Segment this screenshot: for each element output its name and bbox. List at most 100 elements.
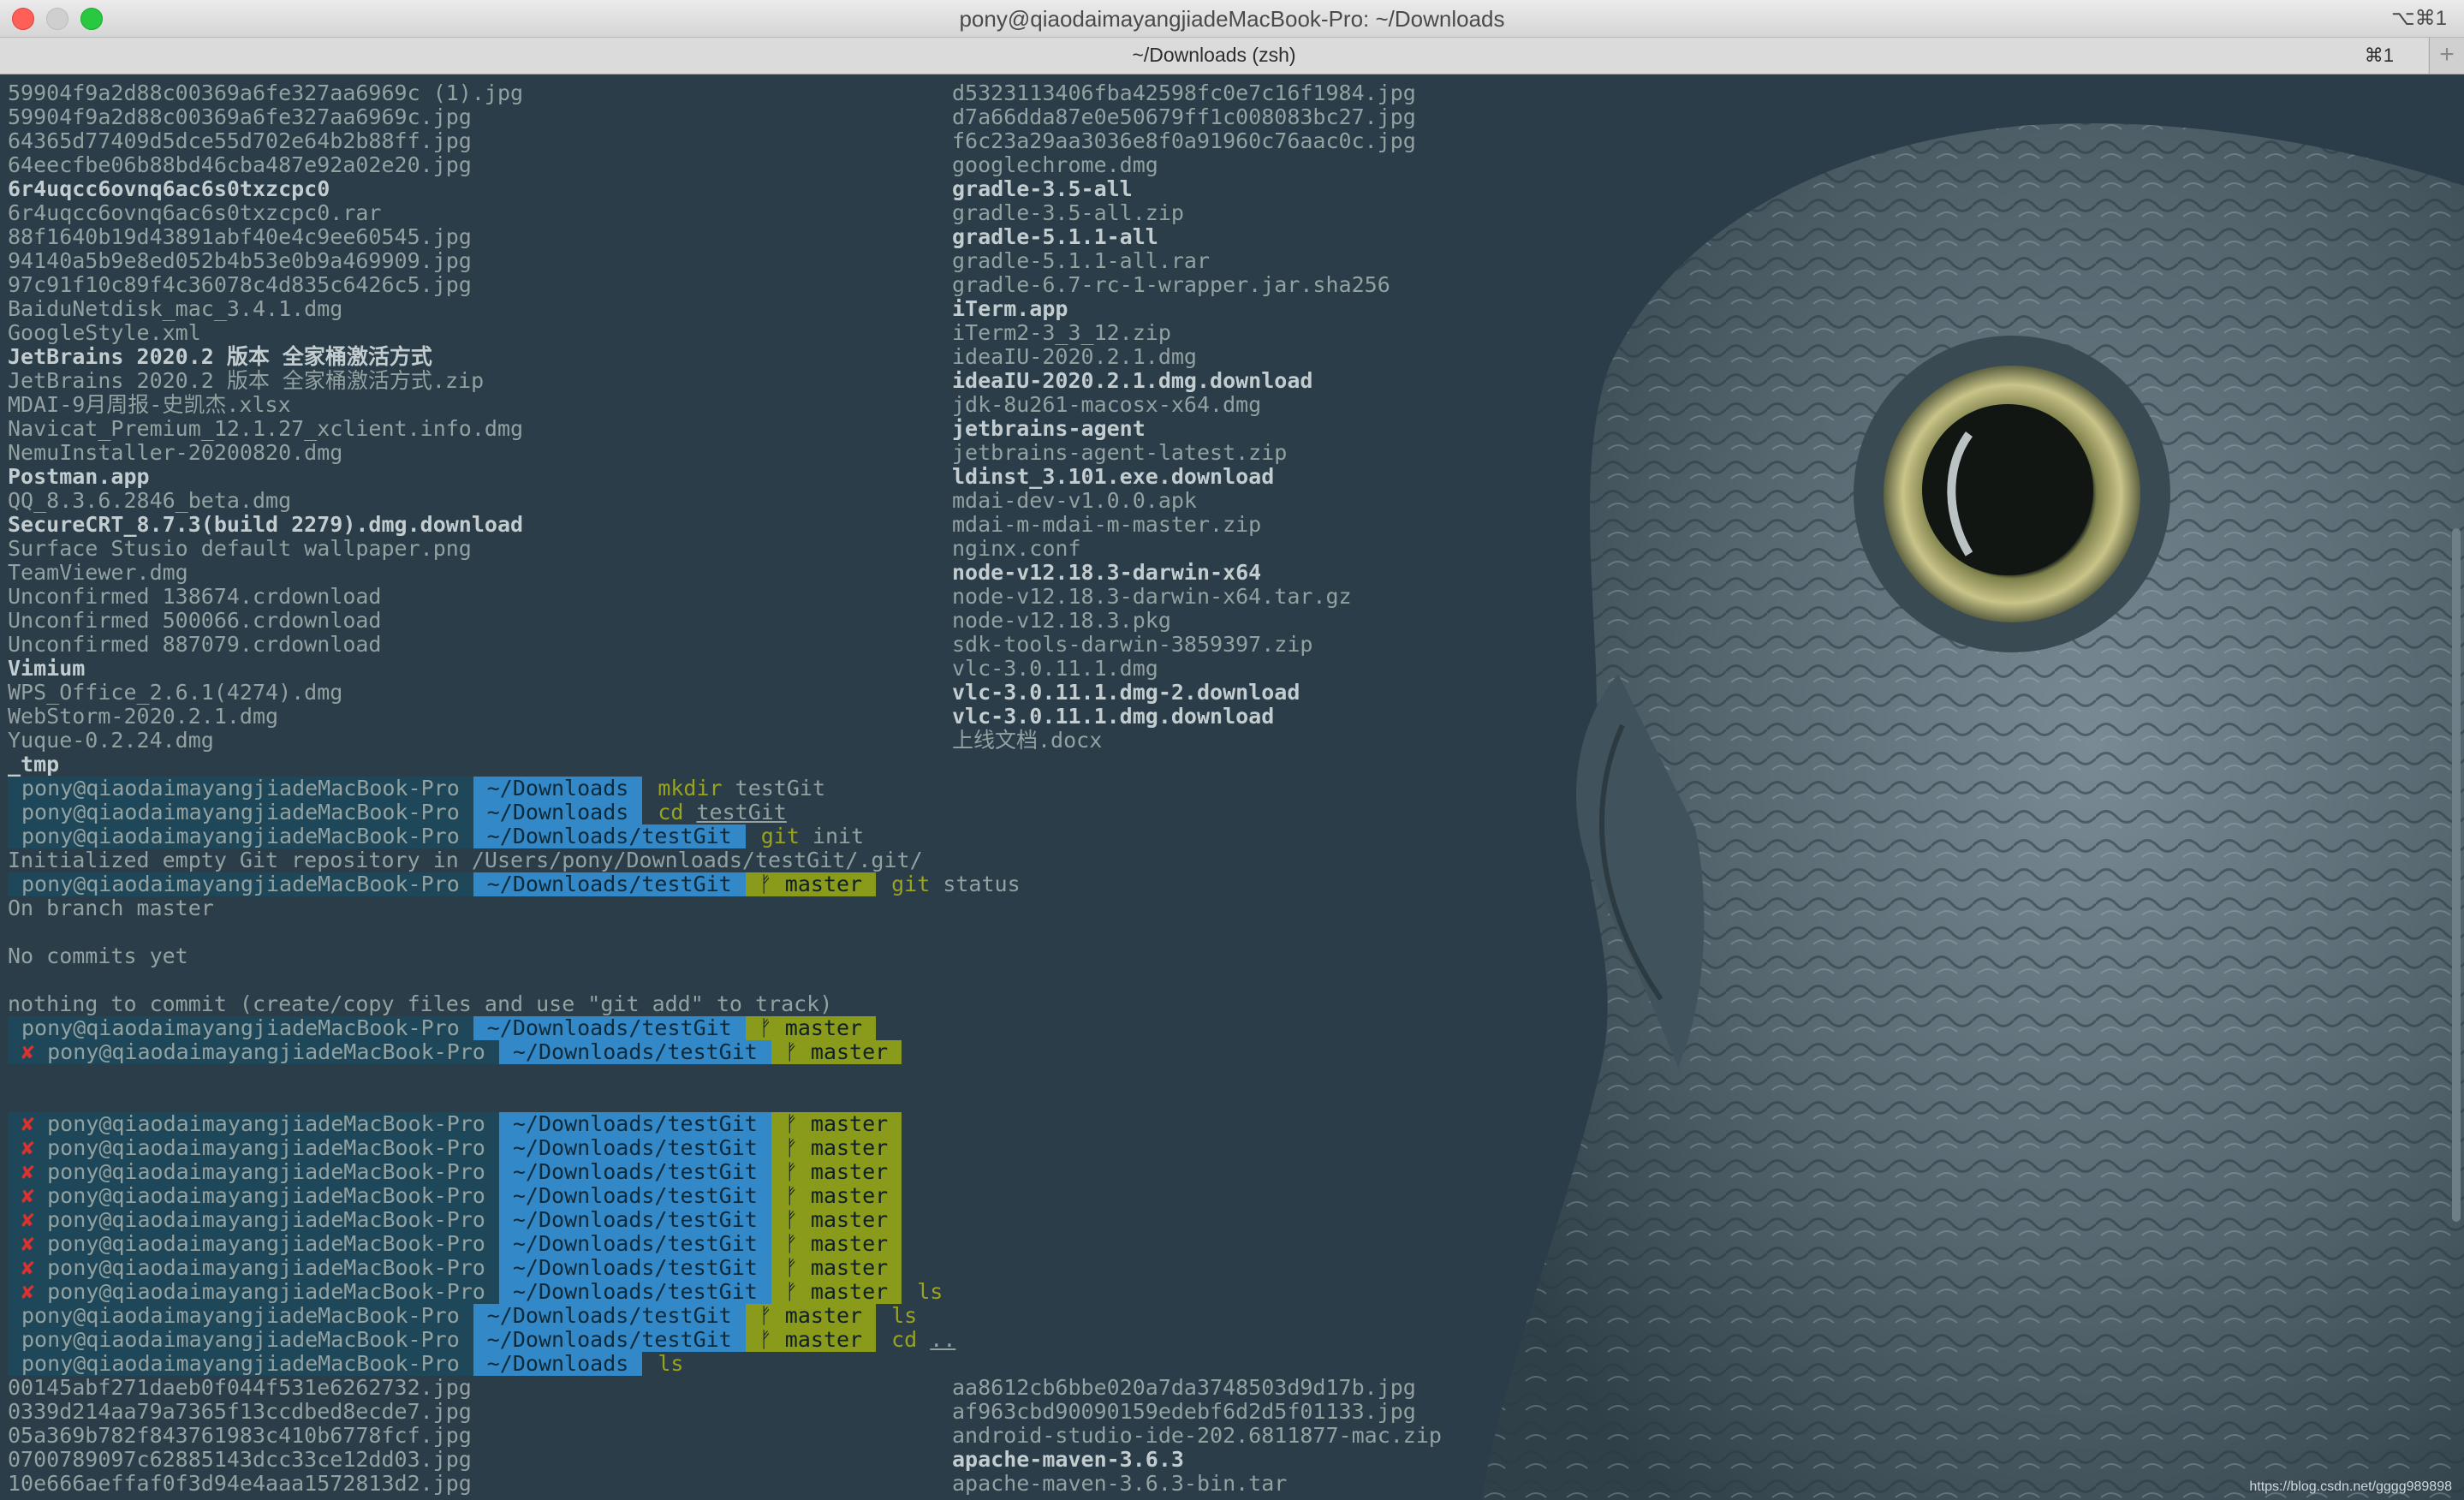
terminal-line: WebStorm-2020.2.1.dmg vlc-3.0.11.1.dmg.do…	[8, 705, 1600, 729]
file-entry: iTerm2-3_3_12.zip	[952, 320, 1171, 345]
file-entry: node-v12.18.3-darwin-x64	[952, 560, 1262, 585]
file-entry: 94140a5b9e8ed052b4b53e0b9a469909.jpg	[8, 248, 472, 273]
branch-name: master	[810, 1159, 889, 1184]
command-name: git	[891, 872, 931, 896]
typed-command: mkdir testGit	[642, 777, 825, 801]
terminal-line: JetBrains 2020.2 版本 全家桶激活方式 ideaIU-2020.2…	[8, 345, 1600, 369]
file-entry: NemuInstaller-20200820.dmg	[8, 440, 343, 465]
git-branch-icon: ᚠ	[784, 1135, 811, 1160]
error-status-icon: ✘	[21, 1111, 48, 1136]
terminal-line: 00145abf271daeb0f044f531e6262732.jpg aa86…	[8, 1376, 1600, 1400]
prompt-directory: ~/Downloads/testGit	[498, 1112, 771, 1136]
tab-downloads-zsh[interactable]: ~/Downloads (zsh) ⌘1	[0, 38, 2428, 74]
file-entry: Navicat_Premium_12.1.27_xclient.info.dmg	[8, 416, 524, 441]
new-tab-button[interactable]: +	[2429, 38, 2464, 74]
tab-title: ~/Downloads (zsh)	[1132, 44, 1296, 66]
prompt-git-branch: ᚠ master	[771, 1208, 902, 1232]
file-entry: Vimium	[8, 656, 86, 681]
file-entry: node-v12.18.3-darwin-x64.tar.gz	[952, 584, 1352, 609]
command-name: cd	[658, 800, 684, 824]
file-entry: 59904f9a2d88c00369a6fe327aa6969c.jpg	[8, 104, 472, 129]
terminal-line: pony@qiaodaimayangjiadeMacBook-Pro ~/Down…	[8, 1352, 1600, 1376]
prompt-git-branch: ᚠ master	[771, 1184, 902, 1208]
command-argument: testGit	[735, 776, 826, 801]
error-status-icon: ✘	[21, 1207, 48, 1232]
terminal-line: 0339d214aa79a7365f13ccdbed8ecde7.jpg af96…	[8, 1400, 1600, 1424]
prompt-git-branch: ᚠ master	[745, 872, 877, 896]
terminal-line: ✘ pony@qiaodaimayangjiadeMacBook-Pro ~/Do…	[8, 1232, 1600, 1256]
file-entry: gradle-5.1.1-all.rar	[952, 248, 1211, 273]
terminal-line: ✘ pony@qiaodaimayangjiadeMacBook-Pro ~/Do…	[8, 1136, 1600, 1160]
title-bar[interactable]: pony@qiaodaimayangjiadeMacBook-Pro: ~/Do…	[0, 0, 2464, 38]
file-entry: 88f1640b19d43891abf40e4c9ee60545.jpg	[8, 224, 472, 249]
prompt-user-segment: pony@qiaodaimayangjiadeMacBook-Pro	[8, 824, 473, 848]
terminal-line: No commits yet	[8, 944, 1600, 968]
prompt-directory: ~/Downloads	[473, 801, 643, 824]
file-entry: vlc-3.0.11.1.dmg.download	[952, 704, 1275, 729]
file-entry: Unconfirmed 138674.crdownload	[8, 584, 382, 609]
terminal-line: JetBrains 2020.2 版本 全家桶激活方式.zip ideaIU-20…	[8, 369, 1600, 393]
file-entry: Unconfirmed 887079.crdownload	[8, 632, 382, 657]
command-argument: testGit	[696, 800, 787, 824]
file-entry: apache-maven-3.6.3	[952, 1447, 1184, 1472]
terminal-line: NemuInstaller-20200820.dmg jetbrains-agen…	[8, 441, 1600, 465]
terminal-line: pony@qiaodaimayangjiadeMacBook-Pro ~/Down…	[8, 1328, 1600, 1352]
file-entry: android-studio-ide-202.6811877-mac.zip	[952, 1423, 1442, 1448]
terminal-line: SecureCRT_8.7.3(build 2279).dmg.download…	[8, 513, 1600, 537]
prompt-git-branch: ᚠ master	[771, 1232, 902, 1256]
terminal-line: ✘ pony@qiaodaimayangjiadeMacBook-Pro ~/Do…	[8, 1256, 1600, 1280]
prompt-directory: ~/Downloads/testGit	[498, 1160, 771, 1184]
prompt-git-branch: ᚠ master	[771, 1280, 902, 1304]
prompt-user: pony@qiaodaimayangjiadeMacBook-Pro	[21, 824, 460, 848]
typed-command: cd testGit	[642, 801, 787, 824]
git-branch-icon: ᚠ	[784, 1231, 811, 1256]
file-entry: jdk-8u261-macosx-x64.dmg	[952, 392, 1262, 417]
file-entry: 59904f9a2d88c00369a6fe327aa6969c (1).jpg	[8, 80, 524, 105]
error-status-icon: ✘	[21, 1279, 48, 1304]
file-entry: sdk-tools-darwin-3859397.zip	[952, 632, 1313, 657]
prompt-directory: ~/Downloads	[473, 777, 643, 801]
terminal-line: _tmp	[8, 753, 1600, 777]
git-branch-icon: ᚠ	[784, 1183, 811, 1208]
prompt-git-branch: ᚠ master	[771, 1256, 902, 1280]
file-entry: ldinst_3.101.exe.download	[952, 464, 1275, 489]
file-entry: 6r4uqcc6ovnq6ac6s0txzcpc0	[8, 176, 330, 201]
typed-command: ls	[642, 1352, 683, 1376]
branch-name: master	[810, 1111, 889, 1136]
terminal-line: ✘ pony@qiaodaimayangjiadeMacBook-Pro ~/Do…	[8, 1208, 1600, 1232]
file-entry: iTerm.app	[952, 296, 1068, 321]
branch-name: master	[784, 1303, 863, 1328]
file-entry: gradle-3.5-all	[952, 176, 1133, 201]
command-name: git	[760, 824, 800, 848]
prompt-user: pony@qiaodaimayangjiadeMacBook-Pro	[21, 776, 460, 801]
file-entry: 64eecfbe06b88bd46cba487e92a02e20.jpg	[8, 152, 472, 177]
prompt-user-segment: pony@qiaodaimayangjiadeMacBook-Pro	[8, 1304, 473, 1328]
terminal-line: WPS_Office_2.6.1(4274).dmg vlc-3.0.11.1.d…	[8, 681, 1600, 705]
command-name: ls	[891, 1303, 918, 1328]
prompt-directory: ~/Downloads/testGit	[498, 1280, 771, 1304]
file-entry: jetbrains-agent-latest.zip	[952, 440, 1288, 465]
command-name: mkdir	[658, 776, 723, 801]
git-branch-icon: ᚠ	[784, 1039, 811, 1064]
error-status-icon: ✘	[21, 1135, 48, 1160]
window-shortcut: ⌥⌘1	[2390, 7, 2447, 30]
prompt-user: pony@qiaodaimayangjiadeMacBook-Pro	[21, 1015, 460, 1040]
prompt-user: pony@qiaodaimayangjiadeMacBook-Pro	[47, 1039, 485, 1064]
terminal-line: 97c91f10c89f4c36078c4d835c6426c5.jpg grad…	[8, 273, 1600, 297]
prompt-user: pony@qiaodaimayangjiadeMacBook-Pro	[21, 1351, 460, 1376]
scrollbar[interactable]	[2452, 528, 2461, 1222]
file-entry: GoogleStyle.xml	[8, 320, 201, 345]
file-entry: mdai-dev-v1.0.0.apk	[952, 488, 1197, 513]
file-entry: Postman.app	[8, 464, 150, 489]
prompt-user: pony@qiaodaimayangjiadeMacBook-Pro	[21, 800, 460, 824]
git-branch-icon: ᚠ	[784, 1111, 811, 1136]
terminal-line: Unconfirmed 138674.crdownload node-v12.18…	[8, 585, 1600, 609]
terminal-content[interactable]: 59904f9a2d88c00369a6fe327aa6969c (1).jpg…	[0, 74, 2464, 1500]
file-entry: 64365d77409d5dce55d702e64b2b88ff.jpg	[8, 128, 472, 153]
prompt-user-segment: pony@qiaodaimayangjiadeMacBook-Pro	[8, 1328, 473, 1352]
prompt-user: pony@qiaodaimayangjiadeMacBook-Pro	[21, 1327, 460, 1352]
terminal-line: Postman.app ldinst_3.101.exe.download	[8, 465, 1600, 489]
prompt-user-segment: pony@qiaodaimayangjiadeMacBook-Pro	[8, 1016, 473, 1040]
file-entry: WebStorm-2020.2.1.dmg	[8, 704, 279, 729]
